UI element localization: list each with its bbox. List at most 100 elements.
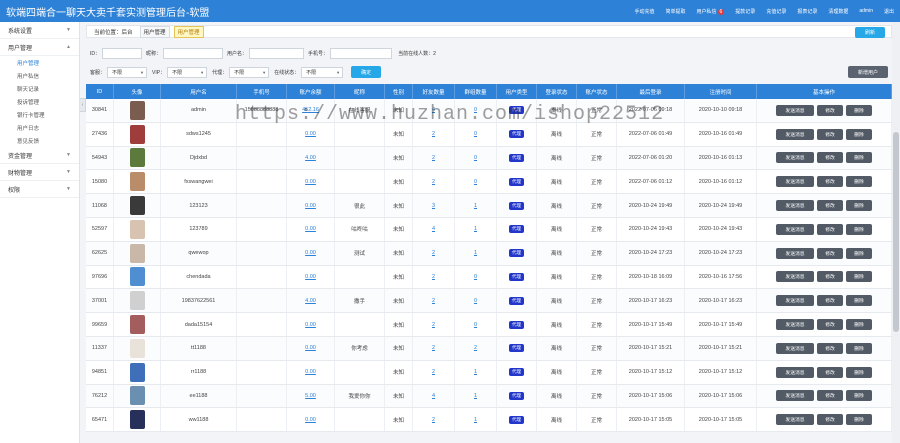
tab-user-management-active[interactable]: 用户管理 — [173, 25, 204, 38]
send-message-button[interactable]: 发送消息 — [776, 295, 814, 307]
friends-count-link[interactable]: 2 — [432, 298, 435, 304]
edit-button[interactable]: 修改 — [817, 295, 843, 307]
groups-count-link[interactable]: 0 — [474, 131, 477, 137]
send-message-button[interactable]: 发送消息 — [776, 366, 814, 378]
edit-button[interactable]: 修改 — [817, 390, 843, 402]
balance-link[interactable]: 0.00 — [305, 226, 316, 232]
delete-button[interactable]: 删除 — [846, 390, 872, 402]
edit-button[interactable]: 修改 — [817, 223, 843, 235]
top-nav-item[interactable]: 充值记录 — [766, 8, 786, 15]
edit-button[interactable]: 修改 — [817, 342, 843, 354]
edit-button[interactable]: 修改 — [817, 271, 843, 283]
avatar[interactable] — [129, 172, 145, 192]
groups-count-link[interactable]: 0 — [474, 298, 477, 304]
agent-select[interactable]: 不限 ▼ — [229, 66, 270, 78]
send-message-button[interactable]: 发送消息 — [776, 104, 814, 116]
balance-link[interactable]: 0.00 — [305, 345, 316, 351]
friends-count-link[interactable]: 2 — [432, 322, 435, 328]
balance-link[interactable]: 0.00 — [305, 274, 316, 280]
balance-link[interactable]: 0.00 — [305, 369, 316, 375]
sidebar-item-users-1[interactable]: 用户私信 — [0, 69, 79, 82]
balance-link[interactable]: 0.00 — [305, 250, 316, 256]
send-message-button[interactable]: 发送消息 — [776, 152, 814, 164]
avatar[interactable] — [129, 362, 145, 382]
friends-count-link[interactable]: 2 — [432, 250, 435, 256]
top-nav-item[interactable]: 报表记录 — [797, 8, 817, 15]
friends-count-link[interactable]: 2 — [432, 179, 435, 185]
edit-button[interactable]: 修改 — [817, 152, 843, 164]
send-message-button[interactable]: 发送消息 — [776, 128, 814, 140]
avatar[interactable] — [129, 410, 145, 430]
phone-input[interactable] — [330, 47, 393, 59]
tab-user-management[interactable]: 用户管理 — [139, 25, 170, 38]
groups-count-link[interactable]: 1 — [474, 369, 477, 375]
delete-button[interactable]: 删除 — [846, 366, 872, 378]
avatar[interactable] — [129, 315, 145, 335]
avatar[interactable] — [129, 196, 145, 216]
avatar[interactable] — [129, 338, 145, 358]
avatar[interactable] — [129, 267, 145, 287]
avatar[interactable] — [129, 243, 145, 263]
friends-count-link[interactable]: 2 — [432, 274, 435, 280]
groups-count-link[interactable]: 0 — [474, 274, 477, 280]
edit-button[interactable]: 修改 — [817, 128, 843, 140]
balance-link[interactable]: 5.00 — [305, 393, 316, 399]
nickname-input[interactable] — [163, 47, 224, 59]
send-message-button[interactable]: 发送消息 — [776, 390, 814, 402]
groups-count-link[interactable]: 1 — [474, 393, 477, 399]
groups-count-link[interactable]: 2 — [474, 345, 477, 351]
edit-button[interactable]: 修改 — [817, 176, 843, 188]
delete-button[interactable]: 删除 — [846, 319, 872, 331]
confirm-button[interactable]: 确定 — [351, 66, 382, 78]
top-nav-item[interactable]: admin — [859, 8, 873, 14]
balance-link[interactable]: 0.00 — [305, 203, 316, 209]
edit-button[interactable]: 修改 — [817, 414, 843, 426]
top-nav-item[interactable]: 退出 — [884, 8, 894, 15]
friends-count-link[interactable]: 2 — [432, 131, 435, 137]
delete-button[interactable]: 删除 — [846, 414, 872, 426]
delete-button[interactable]: 删除 — [846, 247, 872, 259]
add-user-button[interactable]: 新增用户 — [848, 66, 888, 78]
page-scrollbar[interactable] — [892, 22, 900, 443]
sidebar-item-users-4[interactable]: 银行卡管理 — [0, 108, 79, 121]
groups-count-link[interactable]: 0 — [474, 155, 477, 161]
sidebar-group-users[interactable]: 用户管理 ▲ — [0, 39, 79, 56]
balance-link[interactable]: 4.00 — [305, 155, 316, 161]
friends-count-link[interactable]: 2 — [432, 155, 435, 161]
groups-count-link[interactable]: 0 — [474, 179, 477, 185]
send-message-button[interactable]: 发送消息 — [776, 247, 814, 259]
groups-count-link[interactable]: 1 — [474, 203, 477, 209]
avatar[interactable] — [129, 386, 145, 406]
id-input[interactable] — [102, 47, 143, 59]
delete-button[interactable]: 删除 — [846, 104, 872, 116]
balance-link[interactable]: 4.00 — [305, 298, 316, 304]
groups-count-link[interactable]: 0 — [474, 107, 477, 113]
avatar[interactable] — [129, 148, 145, 168]
sidebar-item-users-0[interactable]: 用户管理 — [0, 56, 79, 69]
online-status-select[interactable]: 不限 ▼ — [301, 66, 344, 78]
balance-link[interactable]: 452.16 — [302, 107, 319, 113]
sidebar-item-users-6[interactable]: 意见反馈 — [0, 134, 79, 147]
send-message-button[interactable]: 发送消息 — [776, 271, 814, 283]
delete-button[interactable]: 删除 — [846, 128, 872, 140]
send-message-button[interactable]: 发送消息 — [776, 223, 814, 235]
sidebar-group-funds[interactable]: 资金管理 ▼ — [0, 147, 79, 164]
avatar[interactable] — [129, 219, 145, 239]
edit-button[interactable]: 修改 — [817, 319, 843, 331]
delete-button[interactable]: 删除 — [846, 342, 872, 354]
balance-link[interactable]: 0.00 — [305, 322, 316, 328]
edit-button[interactable]: 修改 — [817, 247, 843, 259]
sidebar-group-permissions[interactable]: 权限 ▼ — [0, 181, 79, 198]
sidebar-group-system[interactable]: 系统设置 ▼ — [0, 22, 79, 39]
send-message-button[interactable]: 发送消息 — [776, 342, 814, 354]
balance-link[interactable]: 0.00 — [305, 417, 316, 423]
friends-count-link[interactable]: 3 — [432, 203, 435, 209]
groups-count-link[interactable]: 1 — [474, 226, 477, 232]
vip-select[interactable]: 不限 ▼ — [167, 66, 208, 78]
sidebar-item-users-3[interactable]: 投诉管理 — [0, 95, 79, 108]
friends-count-link[interactable]: 4 — [432, 226, 435, 232]
balance-link[interactable]: 0.00 — [305, 179, 316, 185]
sidebar-group-finance[interactable]: 财物管理 ▼ — [0, 164, 79, 181]
delete-button[interactable]: 删除 — [846, 223, 872, 235]
delete-button[interactable]: 删除 — [846, 152, 872, 164]
